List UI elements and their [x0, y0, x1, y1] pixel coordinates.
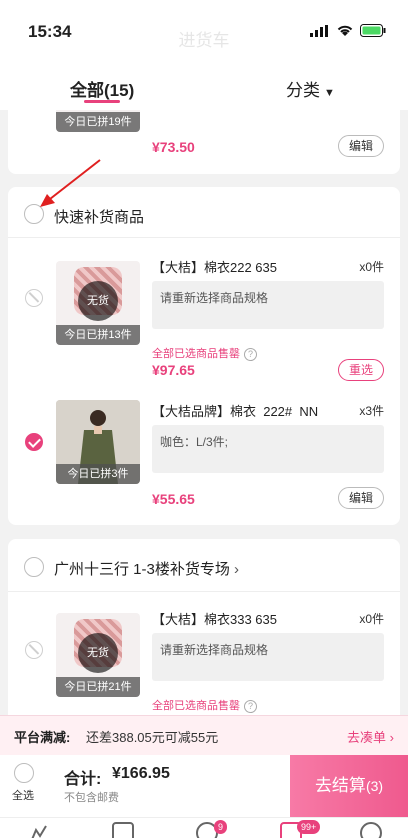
shipping-note: 不包含邮费: [64, 792, 119, 804]
cart-group-card: 广州十三行 1-3楼补货专场 › 无货 今日已拼21件 【大桔】棉衣333 63…: [8, 539, 400, 715]
signal-icon: [310, 24, 328, 37]
edit-button[interactable]: 编辑: [337, 135, 384, 157]
group-select-checkbox[interactable]: [24, 204, 44, 224]
add-more-link-label: 去凑单: [347, 730, 387, 745]
spec-box[interactable]: 请重新选择商品规格: [152, 281, 384, 329]
product-name[interactable]: 【大桔】棉衣222 635: [152, 257, 277, 276]
promo-text: 还差388.05元可减55元: [86, 730, 219, 745]
status-bar: 15:34 进货车: [0, 0, 408, 62]
add-more-link[interactable]: 去凑单 ›: [347, 727, 394, 746]
total-value: ¥166.95: [112, 765, 170, 782]
checkout-bar: 全选 合计: ¥166.95 不包含邮费 去结算(3): [0, 755, 408, 817]
soldout-text: 全部已选商品售罄: [152, 700, 240, 712]
battery-icon: [360, 24, 386, 37]
item-price: ¥73.50: [152, 139, 195, 155]
chevron-right-icon: ›: [389, 730, 394, 745]
out-of-stock-badge: 无货: [78, 633, 118, 673]
product-thumbnail[interactable]: 今日已拼3件: [56, 400, 140, 484]
item-price: ¥55.65: [152, 491, 195, 507]
checkout-label: 去结算: [314, 776, 366, 795]
cart-group-card: 快速补货商品 无货 今日已拼13件 【大桔】棉衣222 635 x0件 请重新选…: [8, 187, 400, 525]
promo-bar: 平台满减: 还差388.05元可减55元 去凑单 ›: [0, 715, 408, 755]
product-thumbnail[interactable]: 今日已拼19件: [56, 110, 140, 132]
thumb-sales-label: 今日已拼19件: [56, 112, 140, 132]
checkout-button[interactable]: 去结算(3): [290, 755, 408, 817]
product-thumbnail[interactable]: 无货 今日已拼21件: [56, 613, 140, 697]
total-label: 合计:: [64, 771, 102, 788]
group-title: 快速补货商品: [54, 209, 145, 226]
out-of-stock-badge: 无货: [78, 281, 118, 321]
item-quantity: x0件: [359, 612, 384, 626]
tab-all[interactable]: 全部(15): [70, 76, 134, 101]
product-thumbnail[interactable]: 无货 今日已拼13件: [56, 261, 140, 345]
thumb-sales-label: 今日已拼13件: [56, 325, 140, 345]
wifi-icon: [337, 25, 353, 36]
tab-category-label: 分类: [286, 81, 320, 100]
cart-group-card: 今日已拼19件 ¥73.50 编辑: [8, 110, 400, 174]
soldout-text: 全部已选商品售罄: [152, 348, 240, 360]
divider: [8, 591, 400, 592]
profile-icon[interactable]: [360, 822, 382, 838]
promo-label: 平台满减:: [14, 730, 71, 745]
item-checkbox-checked[interactable]: [25, 433, 43, 451]
item-price: ¥97.65: [152, 362, 195, 378]
spec-text: 请重新选择商品规格: [160, 643, 269, 657]
chevron-right-icon: ›: [234, 561, 240, 578]
item-checkbox-disabled: [25, 641, 43, 659]
group-title-link[interactable]: 广州十三行 1-3楼补货专场 ›: [54, 558, 239, 579]
spec-text: 咖色：L/3件;: [160, 435, 229, 449]
top-tabs: 全部(15) 分类 ▼: [0, 62, 408, 110]
bottom-tabbar: 9 99+: [0, 817, 408, 838]
spec-text: 请重新选择商品规格: [160, 291, 269, 305]
thumb-sales-label: 今日已拼3件: [56, 464, 140, 484]
soldout-notice: 全部已选商品售罄?: [152, 345, 257, 361]
thumb-sales-label: 今日已拼21件: [56, 677, 140, 697]
select-all-checkbox[interactable]: [14, 763, 34, 783]
caret-down-icon: ▼: [324, 87, 335, 99]
category-icon[interactable]: [112, 822, 134, 838]
item-quantity: x3件: [359, 404, 384, 418]
status-icons: [310, 24, 386, 37]
cart-badge: 99+: [297, 820, 321, 834]
product-name[interactable]: 【大桔】棉衣333 635: [152, 609, 277, 628]
soldout-notice: 全部已选商品售罄?: [152, 697, 257, 713]
item-checkbox-disabled: [25, 289, 43, 307]
group-select-checkbox[interactable]: [24, 557, 44, 577]
reselect-button[interactable]: 重选: [337, 359, 384, 381]
checkout-count: (3): [365, 778, 384, 794]
help-icon[interactable]: ?: [244, 347, 257, 361]
spec-box[interactable]: 请重新选择商品规格: [152, 633, 384, 681]
tab-indicator: [84, 100, 120, 103]
product-name[interactable]: 【大桔品牌】棉衣 222# NN: [152, 401, 318, 420]
select-all-label[interactable]: 全选: [12, 787, 34, 803]
home-icon[interactable]: [28, 822, 50, 838]
message-badge: 9: [214, 820, 228, 834]
edit-button[interactable]: 编辑: [337, 487, 384, 509]
spec-box[interactable]: 咖色：L/3件;: [152, 425, 384, 473]
divider: [8, 237, 400, 238]
group-title: 广州十三行 1-3楼补货专场: [54, 561, 230, 578]
item-quantity: x0件: [359, 260, 384, 274]
tab-category[interactable]: 分类 ▼: [286, 76, 335, 101]
help-icon[interactable]: ?: [244, 699, 257, 713]
